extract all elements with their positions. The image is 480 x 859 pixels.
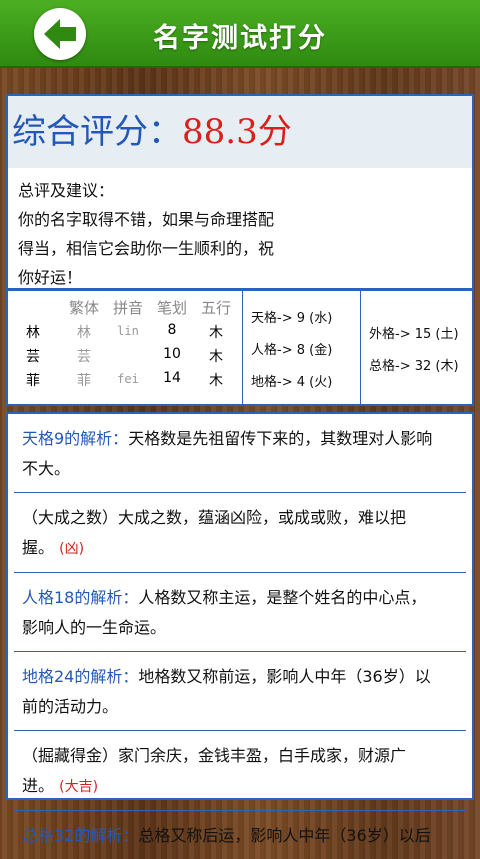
advice-line: 你好运！ <box>18 268 83 287</box>
analysis-text: 前的活动力。 <box>22 697 119 716</box>
analysis-label: 人格18的解析： <box>22 588 139 607</box>
analysis-label: 总格32的解析： <box>22 826 139 845</box>
name-info-card: 繁体 拼音 笔划 五行 林 林 lin 8 木 芸 芸 10 木 菲 菲 fei… <box>6 290 474 406</box>
header-strokes: 笔划 <box>156 299 187 317</box>
analysis-text: 进。 <box>22 776 55 795</box>
traditional-cell: 芸 <box>77 349 91 365</box>
traditional-cell: 菲 <box>77 373 91 389</box>
char-cell: 林 <box>26 325 40 341</box>
analysis-item: 地格24的解析：地格数又称前运，影响人中年（36岁）以 前的活动力。 <box>14 652 466 731</box>
analysis-item: （大成之数）大成之数，蕴涵凶险，或成或败，难以把 握。 (凶) <box>14 493 466 573</box>
analysis-text: （大成之数）大成之数，蕴涵凶险，或成或败，难以把 <box>22 508 407 527</box>
header-pinyin: 拼音 <box>112 299 143 317</box>
element-cell: 木 <box>209 325 223 341</box>
analysis-text: 天格数是先祖留传下来的，其数理对人影响 <box>128 429 433 448</box>
header-traditional: 繁体 <box>68 299 99 317</box>
ge-column-left: 天格-> 9 (水) 人格-> 8 (金) 地格-> 4 (火) <box>242 291 361 404</box>
app-header: 名字测试打分 <box>0 0 480 68</box>
analysis-label: 地格24的解析： <box>22 667 139 686</box>
table-row: 林 林 lin 8 木 <box>8 322 242 346</box>
element-cell: 木 <box>209 373 223 389</box>
overall-score: 综合评分：88.3分 <box>8 96 472 168</box>
strokes-cell: 14 <box>163 370 181 386</box>
ge-column-right: 外格-> 15 (土) 总格-> 32 (木) <box>360 291 473 404</box>
header-element: 五行 <box>200 299 231 317</box>
analysis-label: 天格9的解析： <box>22 429 129 448</box>
fortune-tag: (大吉) <box>59 779 99 795</box>
analysis-text: 握。 <box>22 538 55 557</box>
analysis-item: 总格32的解析：总格又称后运，影响人中年（36岁）以后 <box>14 811 466 859</box>
table-row: 芸 芸 10 木 <box>8 346 242 370</box>
table-row: 菲 菲 fei 14 木 <box>8 370 242 394</box>
di-ge: 地格-> 4 (火) <box>251 375 333 390</box>
advice-title: 总评及建议： <box>18 181 115 200</box>
char-cell: 芸 <box>26 349 40 365</box>
analysis-item: 天格9的解析：天格数是先祖留传下来的，其数理对人影响 不大。 <box>14 414 466 493</box>
advice-line: 得当，相信它会助你一生顺利的，祝 <box>18 239 275 258</box>
analysis-text: 地格数又称前运，影响人中年（36岁）以 <box>138 667 431 686</box>
table-header-row: 繁体 拼音 笔划 五行 <box>8 297 242 321</box>
analysis-text: 人格数又称主运，是整个姓名的中心点， <box>138 588 427 607</box>
score-card: 综合评分：88.3分 总评及建议： 你的名字取得不错，如果与命理搭配 得当，相信… <box>6 94 474 290</box>
wai-ge: 外格-> 15 (土) <box>369 327 459 342</box>
analysis-item: 人格18的解析：人格数又称主运，是整个姓名的中心点， 影响人的一生命运。 <box>14 573 466 652</box>
analysis-text: 不大。 <box>22 459 71 478</box>
zong-ge: 总格-> 32 (木) <box>369 359 459 374</box>
analysis-item: （掘藏得金）家门余庆，金钱丰盈，白手成家，财源广 进。 (大吉) <box>14 731 466 811</box>
fortune-tag: (凶) <box>59 541 85 557</box>
character-table: 繁体 拼音 笔划 五行 林 林 lin 8 木 芸 芸 10 木 菲 菲 fei… <box>8 291 242 404</box>
score-label: 综合评分： <box>12 112 182 152</box>
char-cell: 菲 <box>26 373 40 389</box>
advice-line: 你的名字取得不错，如果与命理搭配 <box>18 210 275 229</box>
advice-block: 总评及建议： 你的名字取得不错，如果与命理搭配 得当，相信它会助你一生顺利的，祝… <box>8 168 472 292</box>
traditional-cell: 林 <box>77 325 91 341</box>
tian-ge: 天格-> 9 (水) <box>251 311 333 326</box>
score-value: 88.3分 <box>182 112 292 152</box>
page-title: 名字测试打分 <box>153 23 327 54</box>
analysis-text: 影响人的一生命运。 <box>22 618 167 637</box>
analysis-text: 总格又称后运，影响人中年（36岁）以后 <box>138 826 431 845</box>
pinyin-cell: fei <box>117 372 139 386</box>
ren-ge: 人格-> 8 (金) <box>251 343 333 358</box>
element-cell: 木 <box>209 349 223 365</box>
strokes-cell: 10 <box>163 346 181 362</box>
analysis-list: 天格9的解析：天格数是先祖留传下来的，其数理对人影响 不大。 （大成之数）大成之… <box>6 412 474 845</box>
strokes-cell: 8 <box>167 322 177 338</box>
analysis-text: （掘藏得金）家门余庆，金钱丰盈，白手成家，财源广 <box>22 746 407 765</box>
pinyin-cell: lin <box>117 324 139 338</box>
